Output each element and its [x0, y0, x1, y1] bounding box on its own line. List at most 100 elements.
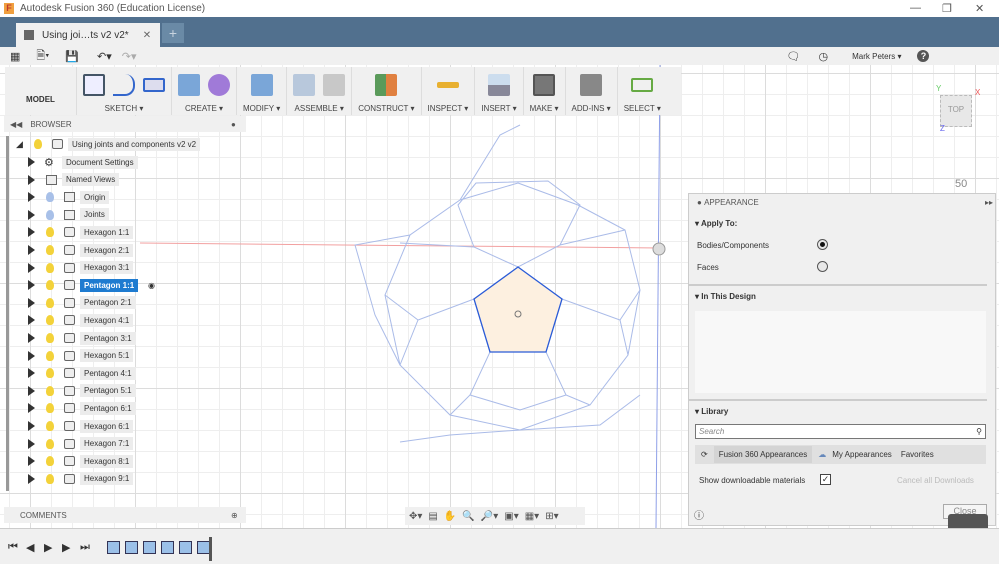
extrude-icon[interactable] [178, 74, 200, 96]
insert-image-icon[interactable] [487, 74, 510, 96]
select-group[interactable]: SELECT ▾ [618, 67, 667, 115]
insert-group[interactable]: INSERT ▾ [475, 67, 524, 115]
tab-fusion-360-appearances[interactable]: Fusion 360 Appearances [713, 446, 813, 463]
expand-triangle-icon[interactable] [28, 368, 35, 379]
create-menu[interactable]: CREATE ▾ [185, 104, 223, 113]
tree-item[interactable]: Pentagon 6:1 [8, 400, 248, 416]
comments-panel[interactable]: COMMENTS ⊕ [4, 507, 246, 523]
in-this-design-heading[interactable]: ▾ In This Design [695, 292, 756, 301]
tree-item[interactable]: Hexagon 3:1 [8, 260, 248, 276]
timeline-marker[interactable] [209, 537, 212, 561]
timeline-feature-sketch-icon[interactable] [107, 541, 120, 554]
undo-icon[interactable]: ↶▾ [97, 50, 112, 63]
sketch-menu[interactable]: SKETCH ▾ [105, 104, 144, 113]
library-search-input[interactable]: Search ⚲ [695, 424, 986, 439]
go-to-start-icon[interactable]: ⏮ [8, 541, 18, 554]
tree-root[interactable]: ◢ Using joints and components v2 v2 [8, 136, 248, 152]
assemble-group[interactable]: ASSEMBLE ▾ [287, 67, 353, 115]
visibility-bulb-icon[interactable] [46, 297, 54, 308]
visibility-bulb-icon[interactable] [46, 456, 54, 467]
appearance-header[interactable]: ● APPEARANCE ▸▸ [689, 194, 995, 210]
orbit-icon[interactable]: ✥▾ [409, 511, 422, 522]
visibility-bulb-icon[interactable] [46, 438, 54, 449]
maximize-button[interactable]: ❐ [942, 2, 952, 15]
3d-print-icon[interactable] [533, 74, 556, 96]
expand-triangle-icon[interactable] [28, 157, 35, 167]
faces-radio[interactable] [817, 261, 828, 272]
visibility-bulb-icon[interactable] [46, 245, 54, 255]
tab-my-appearances[interactable]: My Appearances [832, 450, 892, 459]
expand-dialog-icon[interactable]: ▸▸ [985, 198, 993, 207]
expand-triangle-icon[interactable] [28, 315, 35, 326]
bodies-components-radio[interactable] [817, 239, 828, 250]
close-window-button[interactable]: ✕ [975, 2, 984, 15]
expand-triangle-icon[interactable] [28, 456, 35, 467]
offset-plane-icon[interactable] [375, 74, 398, 96]
expand-triangle-icon[interactable] [28, 385, 35, 396]
expand-triangle-icon[interactable] [28, 174, 35, 185]
make-group[interactable]: MAKE ▾ [524, 67, 566, 115]
expand-triangle-icon[interactable] [28, 262, 35, 273]
timeline-feature-sketch-icon[interactable] [179, 541, 192, 554]
expand-triangle-icon[interactable] [28, 473, 35, 484]
tree-item[interactable]: Pentagon 4:1 [8, 365, 248, 381]
workspace-switcher[interactable]: MODEL [5, 67, 77, 115]
visibility-bulb-icon[interactable] [46, 227, 54, 238]
select-menu[interactable]: SELECT ▾ [624, 104, 661, 113]
search-icon[interactable]: ⚲ [976, 425, 982, 438]
measure-icon[interactable] [436, 82, 459, 88]
view-cube-face[interactable]: TOP [948, 105, 964, 114]
display-settings-icon[interactable]: ▣▾ [504, 511, 518, 522]
visibility-bulb-icon[interactable] [34, 139, 42, 149]
inspect-menu[interactable]: INSPECT ▾ [428, 104, 469, 113]
step-back-icon[interactable]: ◀ [26, 541, 34, 554]
in-this-design-list[interactable] [695, 311, 986, 393]
modify-group[interactable]: MODIFY ▾ [237, 67, 288, 115]
tree-item[interactable]: Hexagon 5:1 [8, 348, 248, 364]
tree-item[interactable]: Pentagon 1:1 ◉ [8, 277, 248, 293]
expand-triangle-icon[interactable] [28, 421, 35, 431]
make-menu[interactable]: MAKE ▾ [530, 104, 559, 113]
visibility-bulb-icon[interactable] [46, 333, 54, 343]
visibility-bulb-icon[interactable] [46, 473, 54, 484]
visibility-bulb-icon[interactable] [46, 315, 54, 326]
new-tab-button[interactable]: + [162, 23, 184, 43]
zoom-icon[interactable]: 🔍 [462, 511, 474, 522]
sketch-group[interactable]: SKETCH ▾ [77, 67, 172, 115]
go-to-end-icon[interactable]: ⏭ [80, 541, 90, 554]
info-icon[interactable]: ⓘ [694, 507, 704, 522]
joint-icon[interactable] [323, 74, 346, 96]
document-tab[interactable]: Using joi…ts v2 v2* ✕ [16, 23, 160, 47]
tree-item[interactable]: Origin [8, 189, 248, 205]
close-tab-icon[interactable]: ✕ [143, 30, 151, 41]
add-comment-icon[interactable]: ⊕ [231, 511, 238, 520]
tree-item[interactable]: Hexagon 9:1 [8, 471, 248, 487]
comments-icon[interactable]: 🗨 [787, 50, 801, 63]
expand-triangle-icon[interactable] [28, 209, 35, 220]
help-icon[interactable]: ? [917, 50, 930, 62]
visibility-bulb-icon[interactable] [46, 368, 54, 379]
tree-item[interactable]: Joints [8, 207, 248, 223]
tree-item[interactable]: Hexagon 4:1 [8, 312, 248, 328]
activate-component-icon[interactable]: ◉ [148, 281, 155, 290]
tree-item[interactable]: Pentagon 3:1 [8, 330, 248, 346]
file-menu-icon[interactable]: 🗎▾ [36, 47, 49, 66]
look-at-icon[interactable]: ▤ [428, 511, 437, 522]
expand-triangle-icon[interactable] [28, 245, 35, 255]
view-cube[interactable]: TOP [940, 95, 972, 127]
show-downloadable-checkbox[interactable]: ✓ [820, 474, 831, 485]
rectangle-icon[interactable] [143, 78, 165, 92]
expanded-triangle-icon[interactable]: ◢ [16, 139, 23, 150]
visibility-bulb-icon[interactable] [46, 403, 54, 414]
press-pull-icon[interactable] [250, 74, 273, 96]
tree-item[interactable]: Pentagon 2:1 [8, 295, 248, 311]
collapse-browser-icon[interactable]: ◀◀ [10, 120, 22, 129]
modify-menu[interactable]: MODIFY ▾ [243, 104, 280, 113]
scripts-addins-icon[interactable] [580, 74, 603, 96]
library-heading[interactable]: ▾ Library [695, 407, 728, 416]
tree-item[interactable]: Hexagon 2:1 [8, 242, 248, 258]
addins-menu[interactable]: ADD-INS ▾ [572, 104, 611, 113]
tab-favorites[interactable]: Favorites [901, 450, 934, 459]
timeline-feature-sketch-icon[interactable] [143, 541, 156, 554]
save-icon[interactable]: 💾 [65, 50, 79, 63]
